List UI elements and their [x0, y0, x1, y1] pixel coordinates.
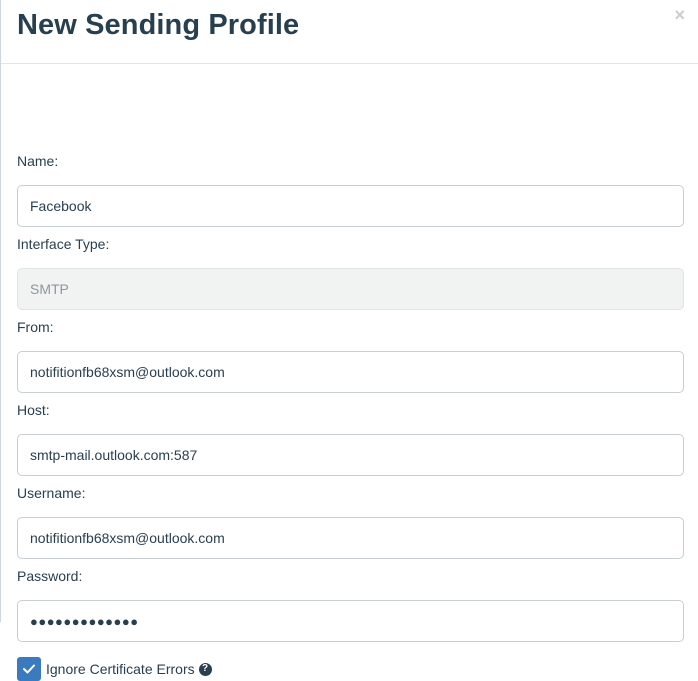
- from-input[interactable]: [17, 351, 684, 393]
- interface-type-input: [17, 268, 684, 310]
- interface-type-label: Interface Type:: [17, 236, 110, 252]
- ignore-cert-label[interactable]: Ignore Certificate Errors: [46, 661, 195, 677]
- question-circle-icon[interactable]: ?: [198, 662, 212, 676]
- from-label: From:: [17, 319, 54, 335]
- modal-header: New Sending Profile ×: [1, 0, 698, 64]
- name-label: Name:: [17, 153, 59, 169]
- password-label: Password:: [17, 568, 83, 584]
- host-input[interactable]: [17, 434, 684, 476]
- password-input[interactable]: [17, 600, 684, 642]
- new-sending-profile-modal: New Sending Profile × Name: Interface Ty…: [0, 0, 698, 681]
- close-icon[interactable]: ×: [674, 6, 685, 24]
- checkmark-icon: [23, 664, 35, 674]
- host-label: Host:: [17, 402, 50, 418]
- ignore-cert-checkbox[interactable]: [17, 657, 41, 681]
- username-input[interactable]: [17, 517, 684, 559]
- modal-title: New Sending Profile: [17, 9, 300, 41]
- ignore-cert-row: Ignore Certificate Errors ?: [17, 657, 212, 681]
- username-label: Username:: [17, 485, 86, 501]
- name-input[interactable]: [17, 185, 684, 227]
